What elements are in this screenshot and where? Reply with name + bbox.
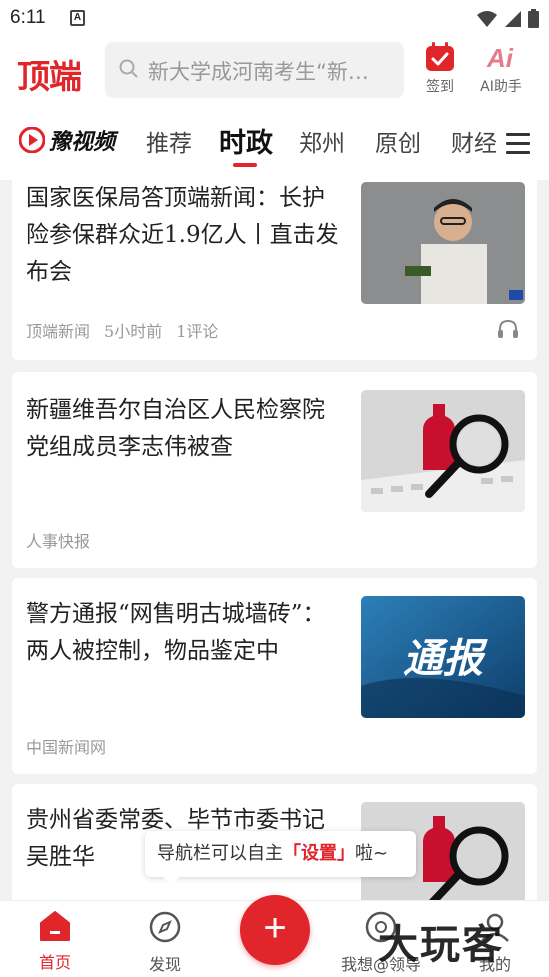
- news-meta: 中国新闻网: [26, 734, 106, 758]
- home-icon: [40, 911, 70, 941]
- compass-icon: [149, 911, 181, 943]
- nav-discover-label: 发现: [148, 955, 181, 974]
- tab-politics[interactable]: 时政: [219, 121, 273, 167]
- news-card[interactable]: 新疆维吾尔自治区人民检察院党组成员李志伟被查 人事快报: [12, 372, 537, 568]
- news-meta: 顶端新闻 5小时前 1评论: [26, 318, 218, 342]
- news-meta: 人事快报: [26, 528, 90, 552]
- app-logo: 顶端: [17, 57, 82, 96]
- news-title: 新疆维吾尔自治区人民检察院党组成员李志伟被查: [26, 397, 325, 460]
- tooltip-highlight: 「设置」: [283, 843, 355, 864]
- play-logo-icon: [19, 127, 45, 153]
- checkin-button[interactable]: 签到: [410, 42, 470, 96]
- nav-discover[interactable]: 发现: [125, 911, 205, 975]
- active-tab-indicator: [233, 163, 257, 167]
- nav-settings-tooltip: 导航栏可以自主「设置」啦~: [145, 831, 416, 885]
- system-icons: [476, 9, 539, 28]
- tooltip-arrow: [163, 877, 179, 885]
- checkin-label: 签到: [426, 79, 454, 95]
- app-header: 顶端 新大学成河南考生“新… 签到 Ai AI助手: [0, 36, 549, 106]
- yu-video-tab[interactable]: 豫视频: [19, 124, 115, 156]
- news-card[interactable]: 国家医保局答顶端新闻：长护险参保群众近1.9亿人丨直击发布会 顶端新闻 5小时前…: [12, 180, 537, 360]
- news-time: 5小时前: [104, 322, 163, 341]
- status-time: 6:11: [10, 7, 46, 28]
- headphones-icon[interactable]: [497, 319, 519, 339]
- nav-home[interactable]: 首页: [15, 911, 95, 973]
- magnifier-photo: [361, 390, 525, 512]
- wifi-icon: [477, 10, 497, 27]
- nav-home-label: 首页: [38, 953, 71, 972]
- publish-button[interactable]: +: [240, 895, 310, 965]
- tooltip-text-before: 导航栏可以自主: [157, 843, 283, 864]
- notice-banner-text: 通报: [403, 636, 488, 682]
- tab-zhengzhou[interactable]: 郑州: [299, 124, 345, 158]
- ai-icon: Ai: [486, 43, 514, 72]
- ai-assistant-button[interactable]: Ai AI助手: [471, 42, 531, 96]
- menu-icon[interactable]: [506, 133, 530, 160]
- news-source: 顶端新闻: [26, 322, 91, 341]
- news-comments: 1评论: [176, 322, 219, 341]
- channel-tabs: 豫视频 推荐 时政 郑州 原创 财经: [0, 106, 549, 180]
- notice-banner: 通报: [361, 596, 525, 718]
- search-icon: [119, 59, 138, 78]
- search-placeholder: 新大学成河南考生“新…: [148, 60, 369, 84]
- tab-finance[interactable]: 财经: [451, 124, 497, 158]
- news-thumbnail: [361, 390, 525, 512]
- calendar-check-icon: [426, 42, 454, 71]
- signal-icon: [505, 10, 521, 27]
- tooltip-text-after: 啦~: [355, 843, 389, 864]
- search-bar[interactable]: 新大学成河南考生“新…: [105, 42, 404, 98]
- news-title: 警方通报“网售明古城墙砖”：两人被控制，物品鉴定中: [26, 601, 326, 664]
- tab-original[interactable]: 原创: [375, 124, 421, 158]
- news-thumbnail: 通报: [361, 596, 525, 718]
- tab-recommend[interactable]: 推荐: [146, 124, 192, 158]
- news-source: 中国新闻网: [26, 738, 107, 757]
- notification-icon: A: [70, 10, 85, 26]
- status-bar: 6:11 A: [0, 0, 549, 36]
- speaker-photo: [361, 182, 525, 304]
- news-thumbnail: [361, 182, 525, 304]
- svg-text:Ai: Ai: [486, 43, 514, 72]
- news-source: 人事快报: [26, 532, 91, 551]
- battery-icon: [528, 9, 539, 28]
- news-title: 国家医保局答顶端新闻：长护险参保群众近1.9亿人丨直击发布会: [26, 185, 339, 285]
- watermark: 大玩客: [378, 921, 504, 968]
- tab-politics-label: 时政: [219, 128, 273, 159]
- yu-video-label: 豫视频: [49, 130, 116, 155]
- news-card[interactable]: 警方通报“网售明古城墙砖”：两人被控制，物品鉴定中 通报 中国新闻网: [12, 578, 537, 774]
- news-feed[interactable]: 国家医保局答顶端新闻：长护险参保群众近1.9亿人丨直击发布会 顶端新闻 5小时前…: [0, 180, 549, 900]
- ai-label: AI助手: [480, 79, 522, 95]
